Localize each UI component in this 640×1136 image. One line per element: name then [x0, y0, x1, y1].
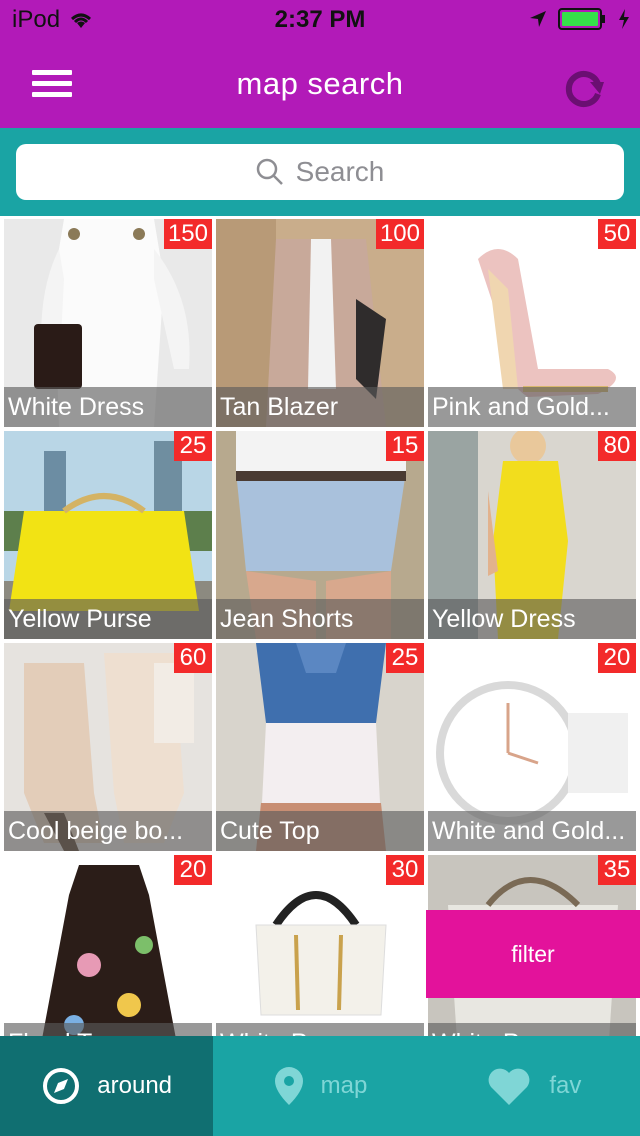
- battery-icon: [558, 8, 605, 30]
- price-badge: 50: [598, 219, 636, 249]
- product-title: Cute Top: [216, 811, 424, 851]
- product-tile[interactable]: 60 Cool beige bo...: [4, 643, 212, 851]
- price-badge: 25: [386, 643, 424, 673]
- price-badge: 30: [386, 855, 424, 885]
- search-input[interactable]: Search: [16, 144, 624, 200]
- search-icon: [256, 158, 283, 185]
- map-pin-icon: [274, 1067, 303, 1105]
- price-badge: 150: [163, 219, 212, 249]
- product-title: White and Gold...: [428, 811, 636, 851]
- product-title: White Dress: [4, 387, 212, 427]
- product-tile[interactable]: 20 White and Gold...: [428, 643, 636, 851]
- tab-bar: around map fav: [0, 1036, 640, 1136]
- price-badge: 35: [598, 855, 636, 885]
- product-title: Tan Blazer: [216, 387, 424, 427]
- tab-label: fav: [549, 1072, 582, 1099]
- product-tile[interactable]: 25 Cute Top: [216, 643, 424, 851]
- charging-icon: [619, 9, 629, 29]
- product-title: Yellow Dress: [428, 599, 636, 639]
- product-tile[interactable]: 15 Jean Shorts: [216, 431, 424, 639]
- nav-bar: map search: [0, 40, 640, 128]
- tab-fav[interactable]: fav: [427, 1036, 640, 1136]
- product-tile[interactable]: 80 Yellow Dress: [428, 431, 636, 639]
- heart-icon: [488, 1068, 530, 1105]
- product-title: Yellow Purse: [4, 599, 212, 639]
- price-badge: 80: [598, 431, 636, 461]
- price-badge: 20: [598, 643, 636, 673]
- page-title: map search: [236, 66, 404, 101]
- product-title: Cool beige bo...: [4, 811, 212, 851]
- product-tile[interactable]: 25 Yellow Purse: [4, 431, 212, 639]
- product-title: Jean Shorts: [216, 599, 424, 639]
- product-title: Pink and Gold...: [428, 387, 636, 427]
- price-badge: 60: [174, 643, 212, 673]
- product-tile[interactable]: 100 Tan Blazer: [216, 219, 424, 427]
- tab-label: map: [320, 1072, 368, 1099]
- tab-map[interactable]: map: [213, 1036, 426, 1136]
- status-bar: iPod 2:37 PM: [0, 0, 640, 40]
- product-tile[interactable]: 20 Floral Top: [4, 855, 212, 1063]
- filter-button[interactable]: filter: [426, 910, 640, 998]
- price-badge: 25: [174, 431, 212, 461]
- search-placeholder: Search: [295, 156, 385, 187]
- product-tile[interactable]: 50 Pink and Gold...: [428, 219, 636, 427]
- refresh-icon[interactable]: [560, 64, 608, 112]
- price-badge: 15: [386, 431, 424, 461]
- price-badge: 20: [174, 855, 212, 885]
- product-tile[interactable]: 30 White Purse: [216, 855, 424, 1063]
- product-tile[interactable]: 150 White Dress: [4, 219, 212, 427]
- location-arrow-icon: [530, 11, 546, 27]
- tab-around[interactable]: around: [0, 1036, 214, 1136]
- tab-label: around: [97, 1072, 173, 1099]
- search-bar: Search: [0, 128, 640, 216]
- price-badge: 100: [375, 219, 424, 249]
- compass-icon: [43, 1068, 80, 1104]
